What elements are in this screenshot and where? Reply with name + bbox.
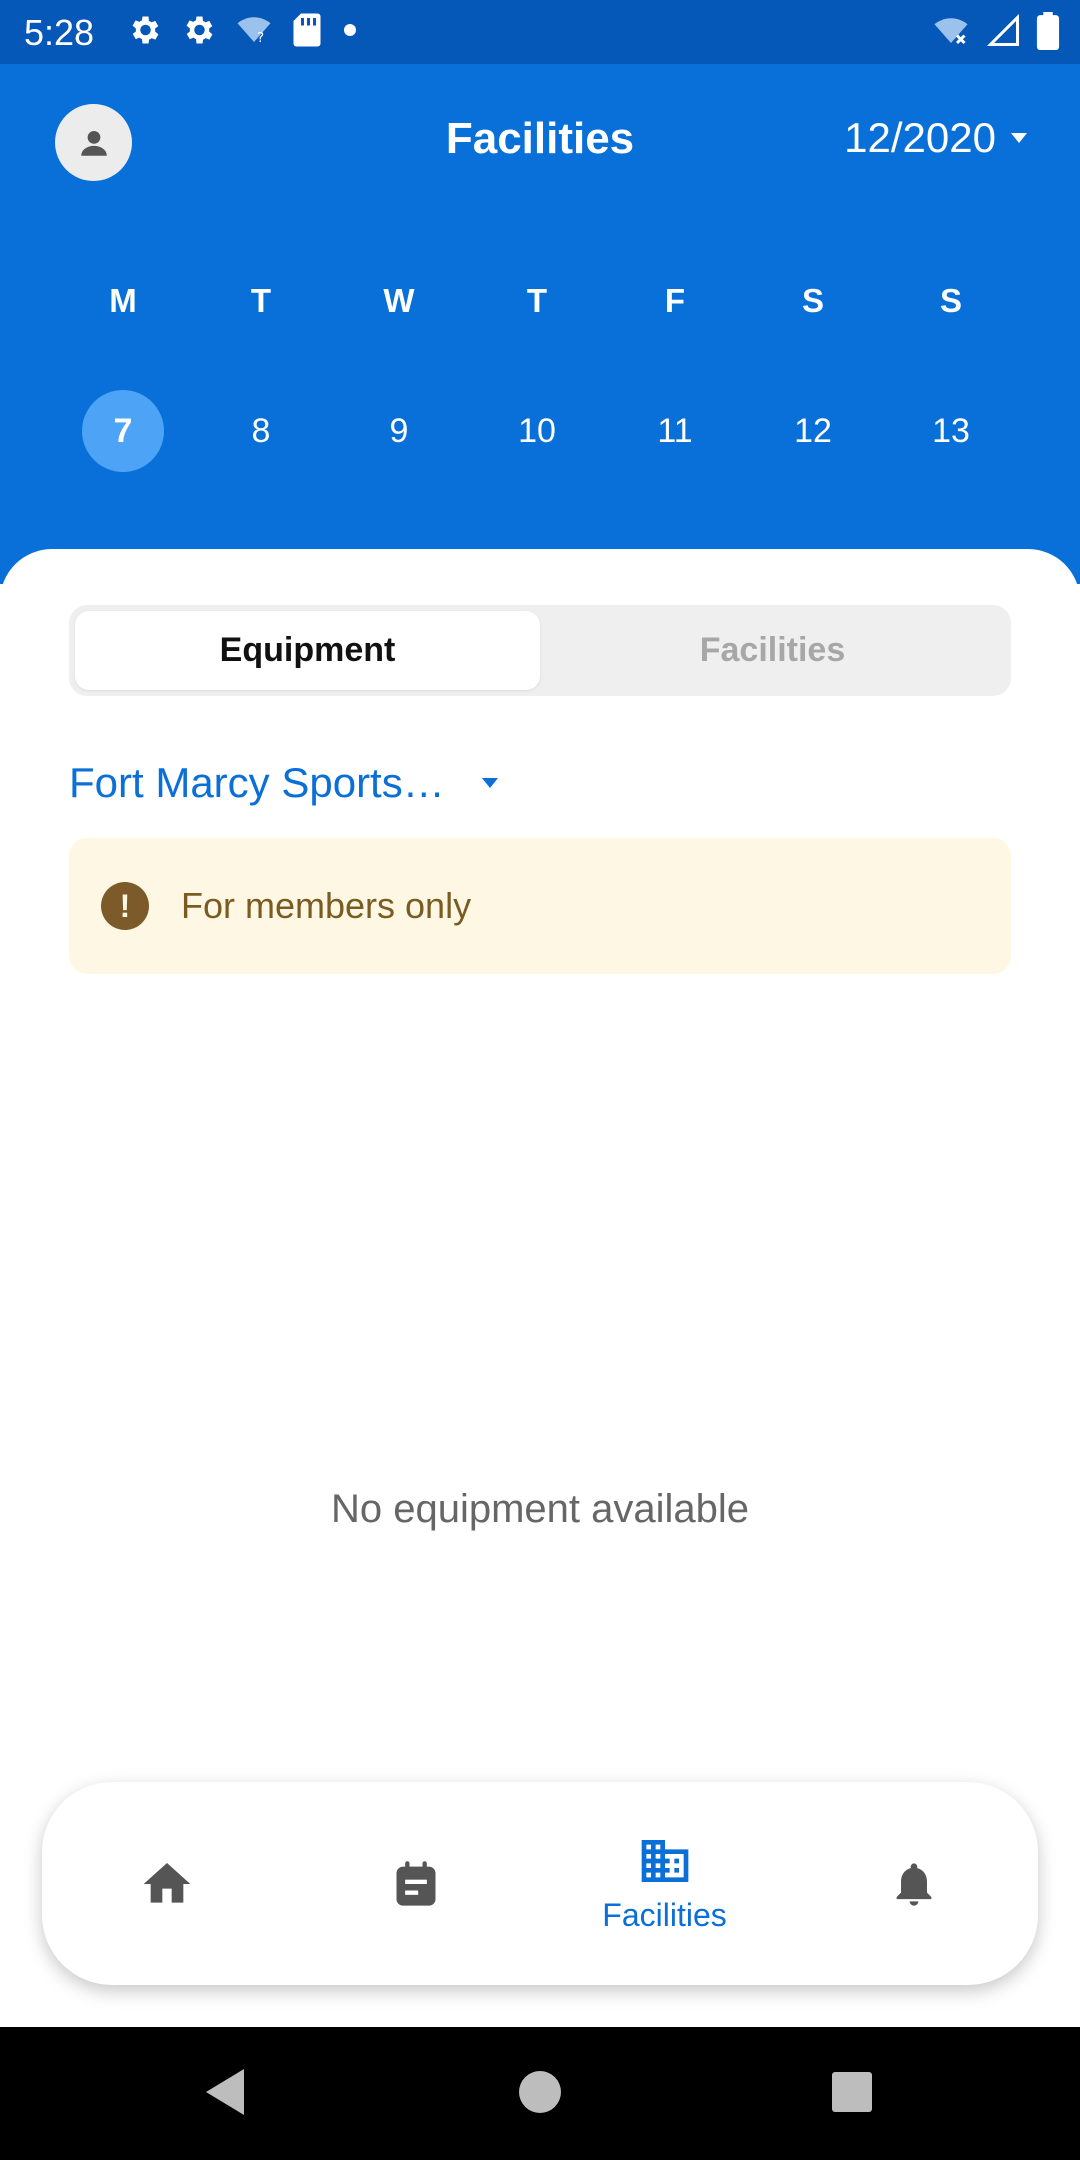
caret-down-icon — [481, 778, 498, 788]
date-number: 11 — [657, 411, 693, 450]
signal-icon — [986, 13, 1019, 46]
date-cell[interactable]: 8 — [192, 390, 330, 472]
weekday-label: S — [939, 282, 962, 319]
date-cell[interactable]: 12 — [744, 390, 882, 472]
month-label: 12/2020 — [844, 114, 996, 161]
date-number: 12 — [794, 411, 832, 450]
caret-down-icon — [1011, 133, 1027, 143]
date-number: 8 — [251, 411, 271, 450]
calendar-header: Facilities 12/2020 M T W T F S S 7 8 9 1… — [0, 64, 1080, 584]
date-row: 7 8 9 10 11 12 13 — [54, 390, 1020, 472]
nav-facilities-label: Facilities — [602, 1897, 727, 1933]
nav-home[interactable] — [42, 1782, 291, 1985]
sd-card-icon — [293, 13, 321, 47]
nav-notifications[interactable] — [789, 1782, 1038, 1985]
date-number: 9 — [389, 411, 409, 450]
bell-icon — [896, 1862, 931, 1906]
date-cell[interactable]: 13 — [882, 390, 1020, 472]
date-number: 7 — [82, 390, 164, 472]
nav-calendar[interactable] — [291, 1782, 540, 1985]
alert-icon: ! — [101, 882, 149, 930]
recents-icon[interactable] — [830, 2067, 874, 2117]
empty-state-text: No equipment available — [330, 1487, 750, 1531]
building-icon — [641, 1840, 688, 1882]
month-picker[interactable]: 12/2020 — [844, 114, 1028, 162]
date-cell[interactable]: 9 — [330, 390, 468, 472]
wifi-x-icon — [934, 18, 968, 45]
system-nav-bar — [0, 2027, 1080, 2160]
segmented-control: Equipment Facilities — [69, 605, 1011, 696]
settings-icon — [132, 16, 159, 44]
back-icon[interactable] — [204, 2067, 248, 2117]
calendar-icon — [396, 1860, 435, 1906]
date-number: 13 — [932, 411, 970, 450]
location-dropdown[interactable]: Fort Marcy Sports… — [69, 759, 499, 807]
settings-icon — [186, 16, 213, 44]
battery-icon — [1036, 12, 1060, 50]
date-cell-selected[interactable]: 7 — [54, 390, 192, 472]
status-right-icons — [930, 12, 1060, 50]
notice-text: For members only — [181, 885, 472, 926]
svg-text:?: ? — [257, 30, 264, 46]
home-button-icon[interactable] — [518, 2067, 562, 2117]
weekday-label: W — [383, 282, 415, 319]
wifi-question-icon: ? — [237, 17, 271, 46]
weekday-row: M T W T F S S — [54, 282, 1020, 320]
tab-facilities[interactable]: Facilities — [540, 611, 1005, 690]
weekday-label: T — [526, 282, 548, 319]
members-notice: ! For members only — [69, 838, 1011, 974]
status-left-icons: ? — [126, 12, 360, 48]
weekday-label: S — [801, 282, 824, 319]
bottom-nav: Facilities — [42, 1782, 1038, 1985]
weekday-label: T — [250, 282, 272, 319]
status-time: 5:28 — [24, 12, 95, 53]
date-cell[interactable]: 10 — [468, 390, 606, 472]
weekday-label: M — [109, 282, 137, 319]
home-icon — [143, 1862, 190, 1903]
tab-equipment[interactable]: Equipment — [75, 611, 540, 690]
nav-facilities[interactable]: Facilities — [540, 1782, 789, 1985]
date-number: 10 — [518, 411, 556, 450]
weekday-label: F — [664, 282, 686, 319]
status-bar: 5:28 ? — [0, 0, 1080, 64]
date-cell[interactable]: 11 — [606, 390, 744, 472]
location-label: Fort Marcy Sports… — [69, 759, 445, 806]
dot-icon — [344, 24, 356, 36]
